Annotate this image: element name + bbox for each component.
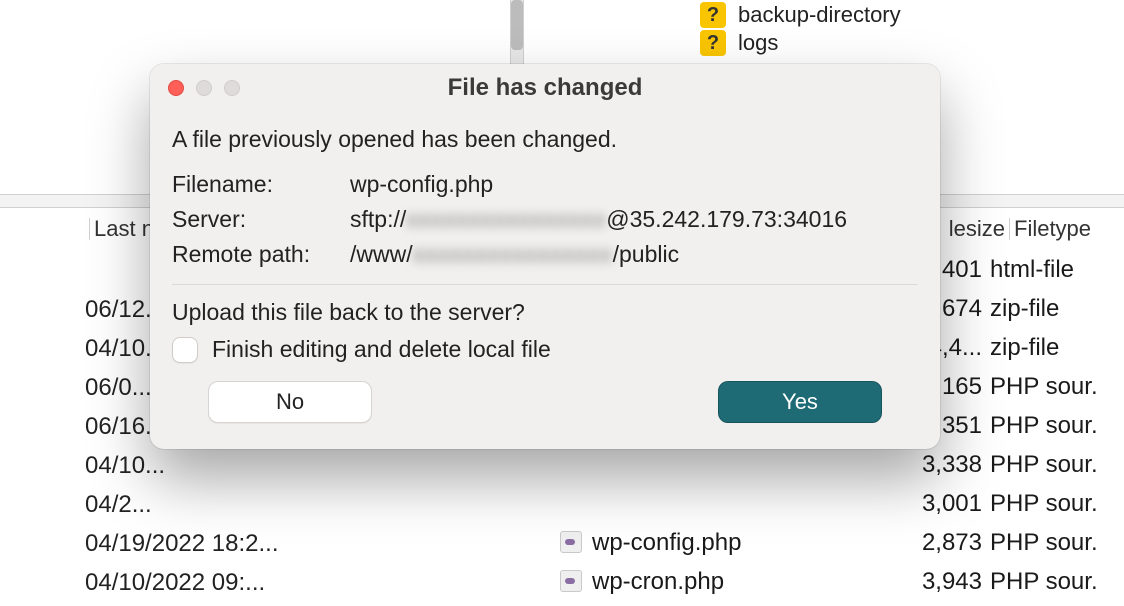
dialog-title: File has changed [150,74,940,102]
server-value: sftp://xxxxxxxxxxxxxxxx@35.242.179.73:34… [350,202,918,237]
dialog-message: A file previously opened has been change… [172,126,918,153]
col-filetype[interactable]: Filetype [1014,216,1124,242]
finish-editing-checkbox[interactable] [172,337,198,363]
date-cell: 04/2... [85,485,279,524]
dialog-titlebar: File has changed [150,64,940,112]
divider [172,284,918,285]
close-window-button[interactable] [168,80,184,96]
table-row[interactable]: wp-config.php2,873PHP sour. [560,523,1124,562]
file-info-table: Filename: wp-config.php Server: sftp://x… [172,167,918,272]
date-cell: 04/10... [85,446,279,485]
server-label: Server: [172,202,350,237]
no-button[interactable]: No [208,381,372,423]
unknown-folder-icon: ? [700,30,726,56]
minimize-window-button [196,80,212,96]
filename-label: Filename: [172,167,350,202]
table-row: 3,338PHP sour. [560,445,1124,484]
date-cell: 04/10/2022 09:... [85,563,279,602]
col-filesize[interactable]: lesize [949,216,1005,242]
col-last-modified[interactable]: Last n [94,216,154,242]
zoom-window-button [224,80,240,96]
remote-path-label: Remote path: [172,237,350,272]
table-row[interactable]: wp-cron.php3,943PHP sour. [560,562,1124,601]
dir-name: logs [738,30,778,56]
dir-name: backup-directory [738,2,901,28]
background-dir-list: ? backup-directory ? logs [700,0,901,58]
unknown-folder-icon: ? [700,2,726,28]
filename-value: wp-config.php [350,167,918,202]
remote-path-value: /www/xxxxxxxxxxxxxxxx/public [350,237,918,272]
table-row: 3,001PHP sour. [560,484,1124,523]
yes-button[interactable]: Yes [718,381,882,423]
redacted-text: xxxxxxxxxxxxxxxx [413,241,613,268]
date-cell: 04/19/2022 18:2... [85,524,279,563]
upload-question: Upload this file back to the server? [172,299,918,326]
redacted-text: xxxxxxxxxxxxxxxx [406,206,606,233]
php-file-icon [560,531,582,553]
finish-editing-label: Finish editing and delete local file [212,336,551,363]
php-file-icon [560,570,582,592]
file-changed-dialog: File has changed A file previously opene… [150,64,940,449]
